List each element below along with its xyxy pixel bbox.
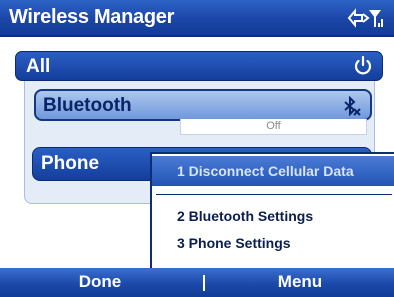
menu-item-phone-settings[interactable]: 3 Phone Settings <box>152 228 394 258</box>
all-toggle-row[interactable]: All <box>15 51 383 81</box>
bluetooth-off-icon <box>344 95 361 117</box>
context-menu: 1 Disconnect Cellular Data 2 Bluetooth S… <box>150 152 394 268</box>
menu-separator <box>156 194 392 195</box>
menu-softkey[interactable]: Menu <box>250 272 350 292</box>
phone-label: Phone <box>41 153 100 174</box>
status-icons[interactable] <box>346 6 386 30</box>
signal-strength-icon <box>369 10 383 27</box>
menu-item-disconnect-cellular-data[interactable]: 1 Disconnect Cellular Data <box>152 156 394 186</box>
app-title: Wireless Manager <box>9 6 175 28</box>
softkey-divider <box>203 275 205 291</box>
power-icon[interactable] <box>352 55 374 77</box>
data-connection-icon <box>347 8 370 28</box>
softkey-bar: Done Menu <box>0 268 394 297</box>
bluetooth-label: Bluetooth <box>43 95 132 116</box>
bluetooth-row[interactable]: Bluetooth <box>34 89 372 121</box>
menu-item-bluetooth-settings[interactable]: 2 Bluetooth Settings <box>152 201 394 231</box>
done-softkey[interactable]: Done <box>50 272 150 292</box>
bluetooth-status: Off <box>180 119 367 135</box>
all-label: All <box>26 56 51 77</box>
title-bar: Wireless Manager <box>0 0 394 37</box>
